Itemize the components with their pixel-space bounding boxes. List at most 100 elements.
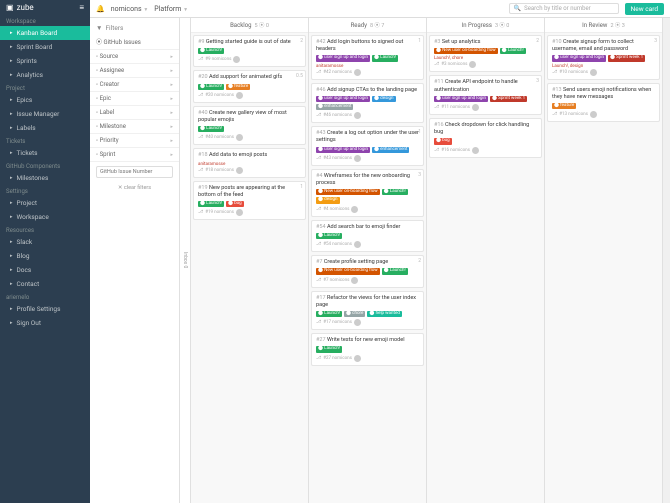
sidebar-section-header: Project [0,82,90,93]
filter-assignee[interactable]: ◦ Assignee▸ [90,64,179,78]
column-body[interactable]: #10 Create signup form to collect userna… [545,33,662,503]
filter-sprint[interactable]: ◦ Sprint▸ [90,148,179,162]
kanban-card[interactable]: #7 Create profile setting page⬤ New user… [311,255,424,287]
kanban-card[interactable]: #9 Getting started guide is out of date⬤… [193,35,306,67]
card-label: ⬤ Launch! [198,201,224,207]
filter-priority[interactable]: ◦ Priority▸ [90,134,179,148]
column-header: Backlog 5 ⦿ 0 [191,18,308,33]
column-body[interactable]: #42 Add login buttons to signed out head… [309,33,426,503]
sidebar-item-workspace[interactable]: ▸Workspace [0,210,90,224]
sidebar-item-labels[interactable]: ▸Labels [0,121,90,135]
sidebar-item-issue-manager[interactable]: ▸Issue Manager [0,107,90,121]
avatar [590,111,597,118]
sidebar-item-project[interactable]: ▸Project [0,196,90,210]
card-label: ⬤ New user on-boarding flow [316,268,380,274]
github-issue-number-input[interactable] [96,166,173,178]
new-card-button[interactable]: New card [625,3,664,15]
kanban-card[interactable]: #54 Add search bar to emoji finder⬤ Laun… [311,220,424,252]
kanban-card[interactable]: #43 Create a log out option under the us… [311,126,424,166]
filter-epic[interactable]: ◦ Epic▸ [90,92,179,106]
card-label: ⬤ user sign up and login [316,96,370,102]
card-label: ⬤ Launch! [316,311,342,317]
sidebar-item-label: Kanban Board [17,29,58,37]
kanban-card[interactable]: #42 Add login buttons to signed out head… [311,35,424,80]
sidebar-item-blog[interactable]: ▸ Blog [0,249,90,263]
project-selector[interactable]: nomicons ▼ [111,5,149,13]
filter-source[interactable]: ◦ Source▸ [90,50,179,64]
kanban-card[interactable]: #46 Add signup CTAs to the landing page⬤… [311,83,424,124]
kanban-card[interactable]: #4 Wireframes for the new onboarding pro… [311,169,424,217]
chevron-right-icon: ▸ [170,124,173,130]
column-body[interactable]: #3 Set up analytics⬤ New user on-boardin… [427,33,544,503]
column-body[interactable]: #9 Getting started guide is out of date⬤… [191,33,308,503]
github-icon: ⎇ [434,105,439,110]
card-label: ⬤ chore [344,311,365,317]
sidebar-section-header: ariemelo [0,291,90,302]
avatar [590,69,597,76]
kanban-card[interactable]: #10 Create signup form to collect userna… [547,35,660,80]
signout-icon: ▸ [10,320,13,326]
sidebar-item-label: Workspace [17,213,49,221]
analytics-icon: ▸ [10,72,13,78]
sidebar-item-profile-settings[interactable]: ▸Profile Settings [0,302,90,316]
sidebar-item-milestones[interactable]: ▸Milestones [0,171,90,185]
kanban-card[interactable]: #27 Write tests for new emoji model⬤ Lau… [311,333,424,365]
avatar [354,241,361,248]
card-label: ⬤ Sprint week 1 [490,96,527,102]
sidebar-item-analytics[interactable]: ▸ Analytics [0,68,90,82]
inbox-tab[interactable]: Inbox 0 [180,18,191,503]
github-icon: ⎇ [198,135,203,140]
avatar [236,92,243,99]
filters-panel: ▼ Filters ⦿ GitHub Issues◦ Source▸◦ Assi… [90,18,180,503]
filter-label[interactable]: ◦ Label▸ [90,106,179,120]
sidebar-item-sprint-board[interactable]: ▸Sprint Board [0,40,90,54]
kanban-card[interactable]: #19 New posts are appearing at the botto… [193,181,306,221]
kanban-card[interactable]: #40 Create new gallery view of most popu… [193,106,306,146]
avatar [354,155,361,162]
kanban-card[interactable]: #18 Add data to emoji postsanitaramosse⎇… [193,148,306,177]
card-label: ⬤ enhancement [316,104,353,110]
card-label: ⬤ Launch! [316,346,342,352]
kanban-card[interactable]: #16 Check dropdown for click handling bu… [429,118,542,158]
avatar [233,56,240,63]
epics-icon: ▸ [10,97,13,103]
sidebar-section-header: GitHub Components [0,160,90,171]
sidebar-item-sprints[interactable]: ▸Sprints [0,54,90,68]
card-label: ⬤ Sprint week 1 [608,55,645,61]
workspace-selector[interactable]: Platform ▼ [154,5,188,13]
chevron-right-icon: ▸ [170,82,173,88]
card-points: 1 [418,129,421,135]
kanban-card[interactable]: #20 Add support for animated gifs⬤ Launc… [193,70,306,102]
brand-text: zube [17,3,34,12]
kanban-card[interactable]: #11 Create API endpoint to handle authen… [429,75,542,115]
brand-logo[interactable]: ▣ zube ≡ [0,0,90,15]
sidebar-item-label: Blog [17,252,30,260]
github-icon: ⎇ [316,113,321,118]
card-points: 2 [300,38,303,44]
sidebar-item-kanban-board[interactable]: ▸Kanban Board [0,26,90,40]
sidebar-item-epics[interactable]: ▸Epics [0,93,90,107]
filter-milestone[interactable]: ◦ Milestone▸ [90,120,179,134]
sidebar-item-label: Analytics [17,71,44,79]
github-icon: ⎇ [434,62,439,67]
sidebar-item-tickets[interactable]: ▸Tickets [0,146,90,160]
sidebar-item-slack[interactable]: ▸Slack [0,235,90,249]
sidebar-item-sign-out[interactable]: ▸Sign Out [0,316,90,330]
sidebar-item-contact[interactable]: ▸Contact [0,277,90,291]
sidebar-item-docs[interactable]: ▸Docs [0,263,90,277]
avatar [351,277,358,284]
filter-github-issues[interactable]: ⦿ GitHub Issues [90,34,179,50]
github-icon: ⎇ [316,242,321,247]
github-icon: ⎇ [552,112,557,117]
clear-filters-button[interactable]: ✕ clear filters [90,182,179,194]
sidebar-section-header: Settings [0,185,90,196]
menu-icon[interactable]: ≡ [79,3,84,12]
blog-icon: ▸ [10,253,13,259]
kanban-card[interactable]: #13 Send users emoji notifications when … [547,83,660,123]
kanban-card[interactable]: #17 Refactor the views for the user inde… [311,291,424,331]
bell-icon[interactable]: 🔔 [96,5,105,13]
search-input[interactable]: 🔍 Search by title or number [509,3,619,14]
kanban-card[interactable]: #3 Set up analytics⬤ New user on-boardin… [429,35,542,72]
card-label: ⬤ Launch! [382,268,408,274]
filter-creator[interactable]: ◦ Creator▸ [90,78,179,92]
